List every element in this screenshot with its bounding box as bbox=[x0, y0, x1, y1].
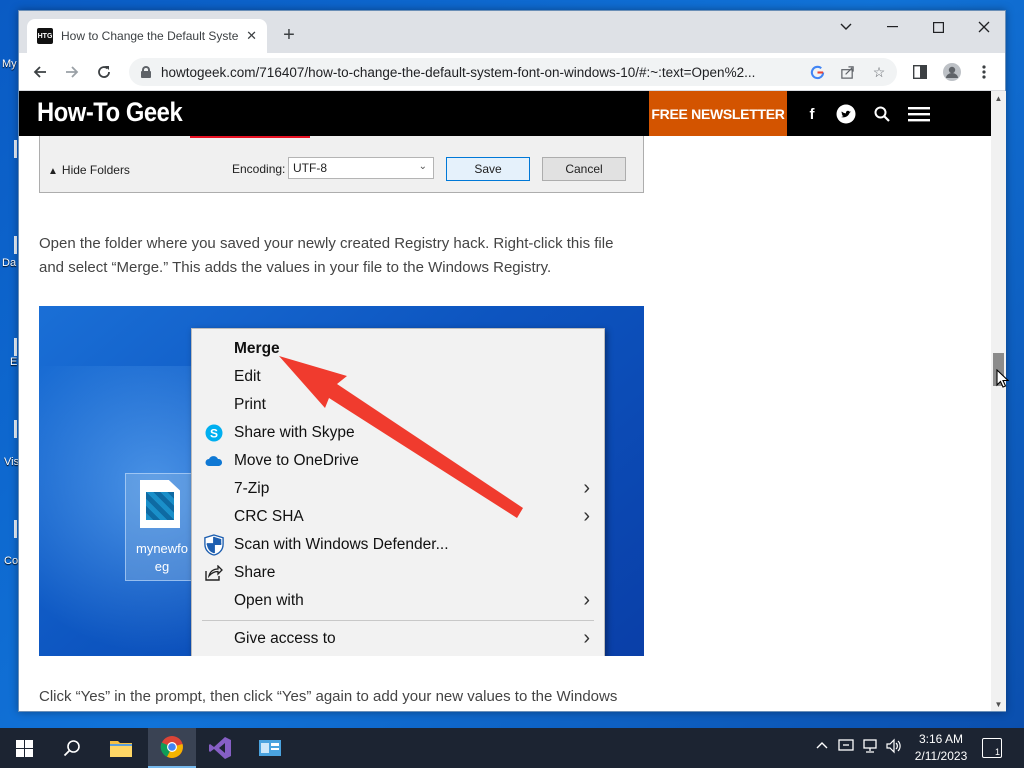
search-icon[interactable] bbox=[871, 103, 893, 125]
dialog-accent-line bbox=[190, 136, 310, 138]
profile-avatar[interactable] bbox=[939, 59, 965, 85]
chrome-taskbar-icon[interactable] bbox=[148, 728, 196, 768]
facebook-icon[interactable]: f bbox=[801, 103, 823, 125]
url-text[interactable]: howtogeek.com/716407/how-to-change-the-d… bbox=[161, 65, 801, 80]
chevron-up-icon: ▲ bbox=[48, 166, 58, 177]
reload-button[interactable] bbox=[91, 59, 117, 85]
minimize-button[interactable] bbox=[869, 11, 915, 43]
cancel-button: Cancel bbox=[542, 157, 626, 181]
browser-tab[interactable]: HTG How to Change the Default Syste ✕ bbox=[27, 19, 267, 53]
maximize-button[interactable] bbox=[915, 11, 961, 43]
address-bar[interactable]: howtogeek.com/716407/how-to-change-the-d… bbox=[129, 58, 897, 86]
notification-center-icon[interactable]: 1 bbox=[982, 738, 1002, 758]
device-sync-icon[interactable] bbox=[838, 738, 854, 757]
forward-button[interactable] bbox=[59, 59, 85, 85]
share-page-icon[interactable] bbox=[837, 62, 857, 82]
desktop-icon[interactable] bbox=[14, 140, 17, 158]
scroll-up-icon[interactable]: ▲ bbox=[991, 91, 1006, 105]
hide-folders-label: Hide Folders bbox=[61, 163, 130, 177]
new-tab-button[interactable]: + bbox=[277, 23, 301, 47]
page-scrollbar[interactable]: ▲ ▼ bbox=[991, 91, 1006, 711]
network-icon[interactable] bbox=[862, 738, 880, 757]
desktop-icon[interactable] bbox=[14, 338, 17, 356]
volume-icon[interactable] bbox=[886, 738, 902, 757]
encoding-select: UTF-8 ⌄ bbox=[288, 157, 434, 179]
scroll-down-icon[interactable]: ▼ bbox=[991, 697, 1006, 711]
show-hidden-icons-chevron-icon[interactable] bbox=[816, 738, 828, 753]
desktop-icon[interactable] bbox=[14, 420, 17, 438]
desktop-icon-label[interactable]: Da bbox=[2, 257, 16, 269]
article-paragraph: Click “Yes” in the prompt, then click “Y… bbox=[39, 688, 618, 705]
hamburger-menu-icon[interactable] bbox=[907, 103, 931, 125]
tab-title: How to Change the Default Syste bbox=[61, 29, 239, 43]
free-newsletter-button[interactable]: FREE NEWSLETTER bbox=[649, 91, 787, 136]
chevron-down-icon: ⌄ bbox=[418, 161, 427, 172]
mouse-cursor-icon bbox=[996, 369, 1010, 388]
desktop-icon-label[interactable]: My bbox=[2, 58, 17, 70]
web-page: How-To Geek FREE NEWSLETTER f ▲ Hide Fold… bbox=[19, 91, 991, 711]
search-taskbar-icon[interactable] bbox=[48, 728, 96, 768]
desktop-icon[interactable] bbox=[14, 520, 17, 538]
bookmark-star-icon[interactable]: ☆ bbox=[869, 62, 889, 82]
file-explorer-icon[interactable] bbox=[97, 728, 145, 768]
encoding-value: UTF-8 bbox=[293, 161, 327, 175]
article-paragraph: Open the folder where you saved your new… bbox=[39, 235, 614, 276]
tab-strip: HTG How to Change the Default Syste ✕ + bbox=[19, 11, 1005, 53]
desktop-icon-label[interactable]: Co bbox=[4, 555, 18, 567]
encoding-label: Encoding: bbox=[232, 162, 286, 176]
start-button[interactable] bbox=[0, 728, 48, 768]
clock-date: 2/11/2023 bbox=[914, 749, 968, 763]
chrome-window: HTG How to Change the Default Syste ✕ + bbox=[18, 10, 1006, 712]
twitter-icon[interactable] bbox=[835, 103, 857, 125]
tab-close-icon[interactable]: ✕ bbox=[246, 28, 257, 44]
desktop-icon-label[interactable]: Vis bbox=[4, 456, 19, 468]
tab-search-chevron-icon[interactable] bbox=[823, 11, 869, 43]
site-logo[interactable]: How-To Geek bbox=[37, 97, 183, 128]
visual-studio-icon[interactable] bbox=[196, 728, 244, 768]
lock-icon[interactable] bbox=[141, 66, 151, 78]
google-lens-icon[interactable] bbox=[807, 62, 827, 82]
clock-time: 3:16 AM bbox=[918, 732, 964, 746]
taskbar-clock[interactable]: 3:16 AM 2/11/2023 bbox=[904, 731, 978, 765]
control-panel-icon[interactable] bbox=[246, 728, 294, 768]
back-button[interactable] bbox=[27, 59, 53, 85]
kebab-menu-icon[interactable] bbox=[971, 59, 997, 85]
context-menu-screenshot: mynewfo eg Merge Edit Print S Share with… bbox=[39, 306, 644, 656]
close-window-button[interactable] bbox=[961, 11, 1007, 43]
hide-folders-toggle: ▲ Hide Folders bbox=[48, 163, 130, 177]
save-dialog-screenshot: ▲ Hide Folders Encoding: UTF-8 ⌄ Save Can… bbox=[39, 136, 644, 193]
desktop-icon-label[interactable]: E bbox=[10, 356, 17, 368]
browser-toolbar: howtogeek.com/716407/how-to-change-the-d… bbox=[19, 53, 1005, 91]
side-panel-icon[interactable] bbox=[907, 59, 933, 85]
desktop-icon[interactable] bbox=[14, 236, 17, 254]
htg-favicon-icon: HTG bbox=[37, 28, 53, 44]
red-pointer-arrow-icon bbox=[279, 356, 523, 518]
notification-count: 1 bbox=[994, 747, 1000, 757]
save-button: Save bbox=[446, 157, 530, 181]
site-header: How-To Geek FREE NEWSLETTER f bbox=[19, 91, 991, 136]
windows-taskbar: 3:16 AM 2/11/2023 1 bbox=[0, 728, 1024, 768]
